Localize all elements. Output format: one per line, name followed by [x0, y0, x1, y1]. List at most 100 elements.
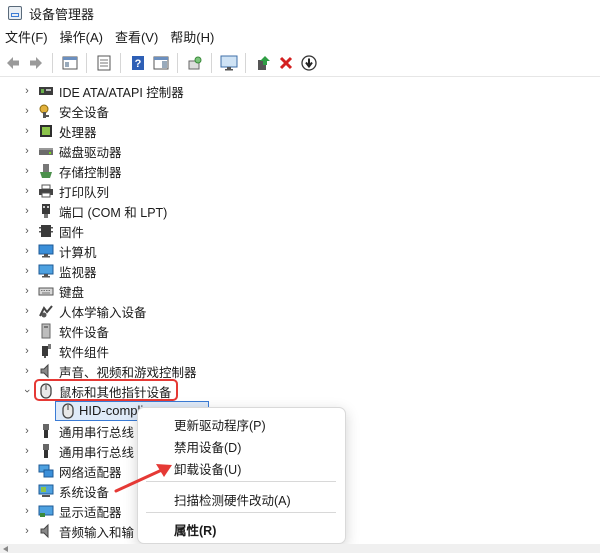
- chevron-right-icon[interactable]: ›: [22, 425, 32, 437]
- tree-item-label: 固件: [59, 225, 85, 240]
- toolbar-separator: [245, 53, 246, 73]
- scroll-left-arrow-icon[interactable]: [3, 546, 8, 552]
- chevron-right-icon[interactable]: ›: [22, 305, 32, 317]
- hid-icon: [38, 303, 54, 319]
- system-device-icon: [38, 483, 54, 499]
- toolbar-separator: [177, 53, 178, 73]
- window-title: 设备管理器: [29, 6, 95, 22]
- chevron-right-icon[interactable]: ›: [22, 165, 32, 177]
- speaker-icon: [38, 363, 54, 379]
- tree-item-label: 键盘: [59, 285, 85, 300]
- menu-help[interactable]: 帮助(H): [165, 28, 221, 48]
- computer-icon: [38, 243, 54, 259]
- tree-item-label: 软件设备: [59, 325, 110, 340]
- tree-item-hid[interactable]: › 人体学输入设备: [0, 301, 600, 321]
- properties-icon[interactable]: [94, 53, 114, 73]
- tree-item-ide-controller[interactable]: › IDE ATA/ATAPI 控制器: [0, 81, 600, 101]
- chevron-right-icon[interactable]: ›: [22, 205, 32, 217]
- menu-item-uninstall-device[interactable]: 卸载设备(U): [174, 459, 241, 478]
- chevron-right-icon[interactable]: ›: [22, 225, 32, 237]
- usb-icon: [38, 423, 54, 439]
- chevron-right-icon[interactable]: ›: [22, 285, 32, 297]
- chevron-right-icon[interactable]: ›: [22, 525, 32, 537]
- tree-item-software-devices[interactable]: › 软件设备: [0, 321, 600, 341]
- tree-item-processors[interactable]: › 处理器: [0, 121, 600, 141]
- menu-item-properties[interactable]: 属性(R): [174, 520, 216, 539]
- audio-io-icon: [38, 523, 54, 539]
- chevron-right-icon[interactable]: ›: [22, 145, 32, 157]
- svg-text:?: ?: [135, 58, 142, 70]
- tree-item-firmware[interactable]: › 固件: [0, 221, 600, 241]
- tree-item-label: 存储控制器: [59, 165, 122, 180]
- menu-bar: 文件(F) 操作(A) 查看(V) 帮助(H): [0, 28, 600, 48]
- tree-item-label: 计算机: [59, 245, 97, 260]
- printer-icon: [38, 183, 54, 199]
- network-adapter-icon: [38, 463, 54, 479]
- tree-item-label: 显示适配器: [59, 505, 122, 520]
- chevron-right-icon[interactable]: ›: [22, 185, 32, 197]
- tree-item-keyboards[interactable]: › 键盘: [0, 281, 600, 301]
- tree-item-label: 端口 (COM 和 LPT): [59, 205, 168, 220]
- chevron-right-icon[interactable]: ›: [22, 365, 32, 377]
- monitor-icon[interactable]: [219, 53, 239, 73]
- menu-item-disable-device[interactable]: 禁用设备(D): [174, 437, 241, 456]
- tree-item-storage-controllers[interactable]: › 存储控制器: [0, 161, 600, 181]
- chevron-down-icon[interactable]: ›: [21, 386, 33, 396]
- action-pane-icon[interactable]: [151, 53, 171, 73]
- menu-view[interactable]: 查看(V): [110, 28, 165, 48]
- show-hide-console-tree-icon[interactable]: [60, 53, 80, 73]
- toolbar: ?: [0, 50, 600, 77]
- menu-item-update-driver[interactable]: 更新驱动程序(P): [174, 415, 266, 434]
- chevron-right-icon[interactable]: ›: [22, 245, 32, 257]
- menu-file[interactable]: 文件(F): [0, 28, 55, 48]
- tree-item-label: 通用串行总线: [59, 425, 135, 440]
- toolbar-separator: [211, 53, 212, 73]
- software-component-icon: [38, 343, 54, 359]
- tree-item-computer[interactable]: › 计算机: [0, 241, 600, 261]
- processor-icon: [38, 123, 54, 139]
- tree-item-sound-video-game[interactable]: › 声音、视频和游戏控制器: [0, 361, 600, 381]
- tree-item-disk-drives[interactable]: › 磁盘驱动器: [0, 141, 600, 161]
- tree-item-label: 安全设备: [59, 105, 110, 120]
- tree-item-security-devices[interactable]: › 安全设备: [0, 101, 600, 121]
- tree-item-print-queues[interactable]: › 打印队列: [0, 181, 600, 201]
- tree-item-software-components[interactable]: › 软件组件: [0, 341, 600, 361]
- update-driver-icon[interactable]: [253, 53, 273, 73]
- tree-item-label: 磁盘驱动器: [59, 145, 122, 160]
- chevron-right-icon[interactable]: ›: [22, 85, 32, 97]
- storage-controller-icon: [38, 163, 54, 179]
- tree-item-label: 处理器: [59, 125, 97, 140]
- highlight-annotation: [34, 379, 178, 401]
- scan-hardware-icon[interactable]: [185, 53, 205, 73]
- chevron-right-icon[interactable]: ›: [22, 125, 32, 137]
- horizontal-scrollbar[interactable]: [0, 544, 600, 553]
- menu-item-scan-hardware[interactable]: 扫描检测硬件改动(A): [174, 490, 291, 509]
- device-manager-app-icon: [8, 6, 22, 20]
- selected-device-label: HID-compli: [79, 403, 144, 418]
- toolbar-separator: [86, 53, 87, 73]
- tree-item-label: 声音、视频和游戏控制器: [59, 365, 197, 380]
- chevron-right-icon[interactable]: ›: [22, 345, 32, 357]
- title-bar: 设备管理器: [0, 0, 600, 26]
- ide-controller-icon: [38, 83, 54, 99]
- chevron-right-icon[interactable]: ›: [22, 465, 32, 477]
- chevron-right-icon[interactable]: ›: [22, 325, 32, 337]
- help-icon[interactable]: ?: [128, 53, 148, 73]
- chevron-right-icon[interactable]: ›: [22, 485, 32, 497]
- menu-action[interactable]: 操作(A): [55, 28, 110, 48]
- mouse-icon: [61, 403, 75, 419]
- tree-item-label: IDE ATA/ATAPI 控制器: [59, 85, 184, 100]
- disable-device-icon[interactable]: [299, 53, 319, 73]
- security-key-icon: [38, 103, 54, 119]
- uninstall-x-icon[interactable]: [276, 53, 296, 73]
- tree-item-monitors[interactable]: › 监视器: [0, 261, 600, 281]
- chevron-right-icon[interactable]: ›: [22, 445, 32, 457]
- tree-item-ports[interactable]: › 端口 (COM 和 LPT): [0, 201, 600, 221]
- back-arrow-icon[interactable]: [3, 53, 23, 73]
- chevron-right-icon[interactable]: ›: [22, 265, 32, 277]
- chevron-right-icon[interactable]: ›: [22, 105, 32, 117]
- tree-item-label: 人体学输入设备: [59, 305, 147, 320]
- forward-arrow-icon[interactable]: [26, 53, 46, 73]
- tree-item-label: 系统设备: [59, 485, 110, 500]
- chevron-right-icon[interactable]: ›: [22, 505, 32, 517]
